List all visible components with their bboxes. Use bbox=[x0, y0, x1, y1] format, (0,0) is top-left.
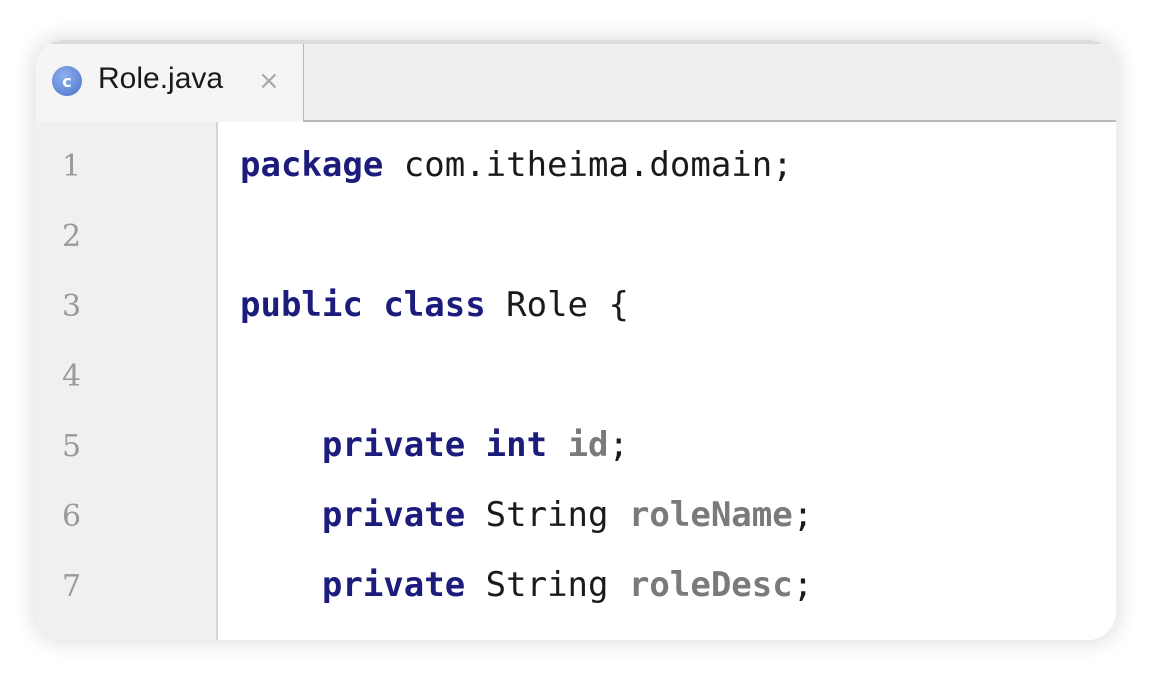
code-token: String bbox=[465, 495, 629, 535]
code-line[interactable]: private String roleName; bbox=[240, 495, 813, 535]
line-number: 1 bbox=[62, 149, 82, 184]
field-token: roleName bbox=[628, 495, 793, 535]
keyword-token: private bbox=[321, 495, 466, 535]
keyword-token: public bbox=[240, 285, 363, 325]
keyword-token: private bbox=[321, 565, 466, 605]
editor-tab-bar: c Role.java × bbox=[36, 40, 1116, 122]
line-number-gutter: 1 2 3 4 5 6 7 bbox=[36, 122, 218, 640]
line-number: 3 bbox=[62, 289, 82, 324]
line-number: 6 bbox=[62, 499, 82, 534]
class-c-icon: c bbox=[52, 66, 82, 96]
keyword-token: private bbox=[321, 425, 466, 465]
code-line[interactable]: public class Role { bbox=[240, 285, 629, 325]
code-token: ; bbox=[792, 565, 814, 605]
tab-label: Role.java bbox=[98, 62, 224, 95]
keyword-token: class bbox=[383, 285, 486, 325]
code-line[interactable]: private int id; bbox=[240, 425, 629, 465]
code-token: ; bbox=[608, 425, 630, 465]
keyword-token: int bbox=[485, 425, 548, 465]
field-token: roleDesc bbox=[628, 565, 793, 605]
line-number: 5 bbox=[62, 429, 82, 464]
code-line[interactable]: package com.itheima.domain; bbox=[240, 145, 793, 185]
close-icon[interactable]: × bbox=[258, 66, 280, 96]
code-token: com.itheima.domain; bbox=[383, 145, 793, 185]
keyword-token: package bbox=[240, 145, 384, 185]
tab-role-java[interactable]: c Role.java × bbox=[36, 44, 304, 122]
code-token: String bbox=[465, 565, 629, 605]
code-editor[interactable]: 1 2 3 4 5 6 7 package com.itheima.domain; publi… bbox=[36, 122, 1116, 640]
editor-window: c Role.java × 1 2 3 4 5 6 7 package com.itheim… bbox=[36, 40, 1116, 640]
code-token: ; bbox=[792, 495, 814, 535]
code-line[interactable]: private String roleDesc; bbox=[240, 565, 813, 605]
code-token: Role { bbox=[485, 285, 629, 325]
line-number: 7 bbox=[62, 569, 82, 604]
field-token: id bbox=[567, 425, 609, 465]
line-number: 4 bbox=[62, 359, 82, 394]
line-number: 2 bbox=[62, 219, 82, 254]
